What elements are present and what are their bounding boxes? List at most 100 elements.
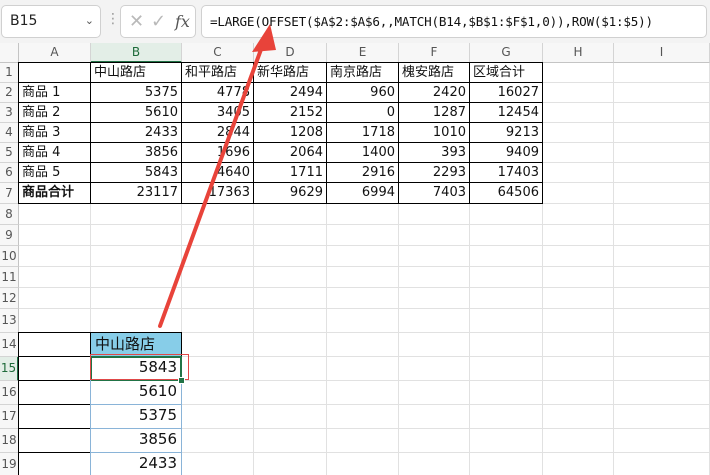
row-header-8[interactable]: 8 (0, 204, 19, 225)
column-header-e[interactable]: E (327, 43, 399, 63)
grid-cell[interactable] (614, 267, 710, 288)
row-header-14[interactable]: 14 (0, 333, 19, 357)
row-header-13[interactable]: 13 (0, 309, 19, 333)
grid-cell[interactable] (91, 309, 182, 333)
grid-cell[interactable] (470, 333, 543, 357)
row-label-cell[interactable]: 商品 3 (18, 122, 91, 143)
result-value-cell[interactable]: 2433 (90, 452, 182, 475)
grid-cell[interactable] (254, 333, 327, 357)
grid-cell[interactable] (91, 246, 182, 267)
table-value-cell[interactable]: 3405 (181, 102, 254, 123)
grid-cell[interactable] (470, 405, 543, 429)
grid-cell[interactable] (543, 103, 614, 123)
grid-cell[interactable] (614, 453, 710, 475)
table-value-cell[interactable]: 16027 (469, 82, 543, 103)
grid-cell[interactable] (614, 225, 710, 246)
grid-cell[interactable] (614, 83, 710, 103)
grid-cell[interactable] (614, 143, 710, 163)
result-label-empty[interactable] (18, 332, 91, 357)
grid-cell[interactable] (543, 381, 614, 405)
table-header-cell[interactable]: 区域合计 (469, 62, 543, 83)
table-value-cell[interactable]: 2152 (253, 102, 327, 123)
grid-cell[interactable] (327, 309, 399, 333)
grid-cell[interactable] (399, 453, 470, 475)
grid-cell[interactable] (470, 204, 543, 225)
grid-cell[interactable] (91, 267, 182, 288)
grid-cell[interactable] (182, 429, 254, 453)
grid-cell[interactable] (470, 429, 543, 453)
row-header-19[interactable]: 19 (0, 453, 19, 475)
grid-cell[interactable] (614, 63, 710, 83)
table-value-cell[interactable]: 12454 (469, 102, 543, 123)
name-box[interactable]: B15 ⌄ (1, 5, 101, 38)
total-value-cell[interactable]: 9629 (253, 182, 327, 204)
table-header-cell[interactable]: 和平路店 (181, 62, 254, 83)
total-value-cell[interactable]: 7403 (398, 182, 470, 204)
grid-cell[interactable] (19, 246, 91, 267)
grid-cell[interactable] (399, 429, 470, 453)
grid-cell[interactable] (543, 288, 614, 309)
grid-cell[interactable] (614, 429, 710, 453)
grid-cell[interactable] (254, 429, 327, 453)
grid-cell[interactable] (543, 405, 614, 429)
grid-cell[interactable] (254, 267, 327, 288)
total-label-cell[interactable]: 商品合计 (18, 182, 91, 204)
grid-cell[interactable] (399, 204, 470, 225)
grid-cell[interactable] (399, 288, 470, 309)
grid-cell[interactable] (182, 453, 254, 475)
row-header-4[interactable]: 4 (0, 123, 19, 143)
table-value-cell[interactable]: 9213 (469, 122, 543, 143)
grid-cell[interactable] (182, 357, 254, 381)
grid-cell[interactable] (254, 381, 327, 405)
table-value-cell[interactable]: 1010 (398, 122, 470, 143)
row-label-cell[interactable]: 商品 4 (18, 142, 91, 163)
grid-cell[interactable] (543, 63, 614, 83)
grid-cell[interactable] (327, 225, 399, 246)
grid-cell[interactable] (327, 267, 399, 288)
row-label-cell[interactable]: 商品 2 (18, 102, 91, 123)
grid-cell[interactable] (19, 225, 91, 246)
result-side-cell[interactable] (18, 380, 91, 405)
row-header-16[interactable]: 16 (0, 381, 19, 405)
grid-cell[interactable] (470, 288, 543, 309)
grid-cell[interactable] (470, 309, 543, 333)
total-value-cell[interactable]: 23117 (90, 182, 182, 204)
grid-cell[interactable] (543, 357, 614, 381)
insert-function-button[interactable]: fx (175, 12, 190, 31)
table-value-cell[interactable]: 1696 (181, 142, 254, 163)
grid-cell[interactable] (614, 183, 710, 204)
column-header-g[interactable]: G (470, 43, 543, 63)
x-icon[interactable]: ✕ (129, 11, 144, 32)
grid-cell[interactable] (182, 267, 254, 288)
table-value-cell[interactable]: 4640 (181, 162, 254, 183)
formula-input[interactable]: =LARGE(OFFSET($A$2:$A$6,,MATCH(B14,$B$1:… (201, 5, 707, 38)
grid-cell[interactable] (614, 103, 710, 123)
row-header-11[interactable]: 11 (0, 267, 19, 288)
grid-cell[interactable] (543, 333, 614, 357)
row-header-17[interactable]: 17 (0, 405, 19, 429)
grid-cell[interactable] (470, 381, 543, 405)
grid-cell[interactable] (254, 225, 327, 246)
row-header-15[interactable]: 15 (0, 357, 19, 381)
grid-cell[interactable] (543, 309, 614, 333)
result-side-cell[interactable] (18, 356, 91, 381)
table-value-cell[interactable]: 2064 (253, 142, 327, 163)
grid-cell[interactable] (399, 381, 470, 405)
table-value-cell[interactable]: 1711 (253, 162, 327, 183)
table-value-cell[interactable]: 960 (326, 82, 399, 103)
grid-cell[interactable] (399, 225, 470, 246)
grid-cell[interactable] (614, 357, 710, 381)
grid-cell[interactable] (470, 267, 543, 288)
grid-cell[interactable] (327, 357, 399, 381)
grid-cell[interactable] (254, 246, 327, 267)
grid-cell[interactable] (182, 381, 254, 405)
grid-cell[interactable] (399, 357, 470, 381)
grid-cell[interactable] (543, 83, 614, 103)
grid-cell[interactable] (327, 405, 399, 429)
grid-cell[interactable] (399, 246, 470, 267)
grid-cell[interactable] (543, 429, 614, 453)
grid-cell[interactable] (470, 357, 543, 381)
table-value-cell[interactable]: 3856 (90, 142, 182, 163)
row-header-3[interactable]: 3 (0, 103, 19, 123)
grid-cell[interactable] (254, 309, 327, 333)
